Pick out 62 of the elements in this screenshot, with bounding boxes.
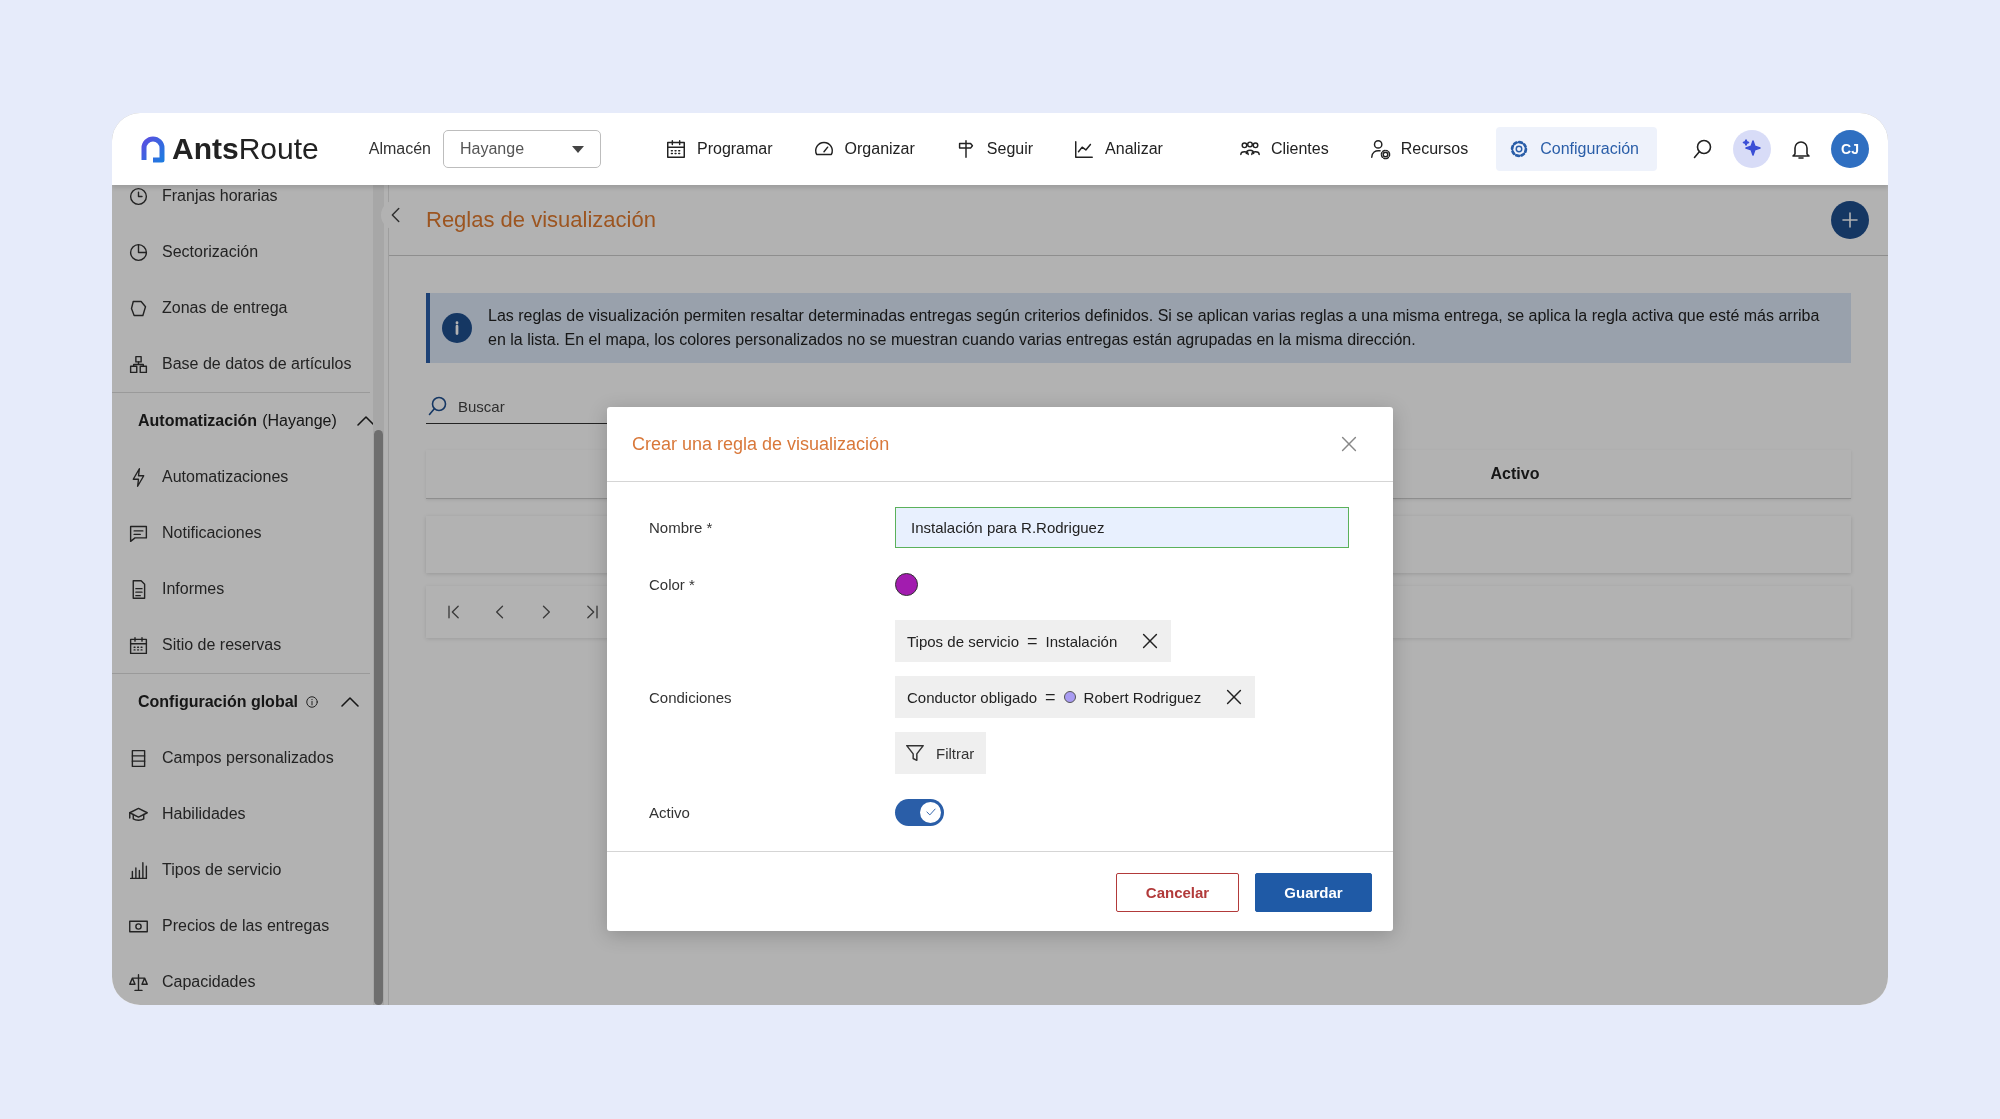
warehouse-select[interactable]: Hayange xyxy=(443,130,601,168)
filter-icon xyxy=(904,742,926,764)
clock-icon xyxy=(128,185,149,207)
section-subtitle: (Hayange) xyxy=(262,412,337,430)
sidebar-item[interactable]: Habilidades xyxy=(112,786,370,842)
name-field[interactable]: Instalación para R.Rodriguez xyxy=(895,507,1349,548)
info-icon xyxy=(442,313,472,343)
field-label: Color * xyxy=(649,575,696,593)
condition-field: Tipos de servicio xyxy=(907,632,1019,650)
bar-chart-icon xyxy=(128,859,149,881)
pie-chart-icon xyxy=(128,241,149,263)
sidebar-item[interactable]: Informes xyxy=(112,561,370,617)
nav-item[interactable]: Analizar xyxy=(1073,127,1163,171)
section-title: Automatización xyxy=(138,412,258,430)
scrollbar[interactable] xyxy=(374,430,383,1005)
page-title: Reglas de visualización xyxy=(426,207,656,233)
sidebar-item[interactable]: Sectorización xyxy=(112,224,370,280)
calendar-icon xyxy=(665,138,687,160)
section-title: Configuración global xyxy=(138,693,298,711)
cancel-button[interactable]: Cancelar xyxy=(1116,873,1239,912)
sidebar-item[interactable]: Sitio de reservas xyxy=(112,617,370,673)
line-chart-icon xyxy=(1073,138,1096,160)
person-gear-icon xyxy=(1368,138,1391,160)
sidebar-item[interactable]: Automatizaciones xyxy=(112,449,370,505)
nav-item[interactable]: Seguir xyxy=(954,127,1034,171)
condition-field: Conductor obligado xyxy=(907,688,1038,706)
nav-item[interactable]: Programar xyxy=(665,127,773,171)
condition-operator: = xyxy=(1045,686,1056,708)
field-label: Nombre * xyxy=(649,519,714,536)
sidebar-item[interactable]: Franjas horarias xyxy=(112,185,370,224)
nav-item[interactable]: Configuración xyxy=(1496,127,1657,171)
calendar-icon xyxy=(128,634,149,656)
column-header: Activo xyxy=(1489,465,1541,483)
nav-item[interactable]: Clientes xyxy=(1238,127,1329,171)
sidebar-item[interactable]: Tipos de servicio xyxy=(112,842,370,898)
sidebar-item[interactable]: Base de datos de artículos xyxy=(112,336,370,392)
logo-text: AntsRoute xyxy=(172,132,319,166)
sidebar-item[interactable]: Zonas de entrega xyxy=(112,280,370,336)
caret-icon xyxy=(572,145,584,153)
warehouse-label: Almacén xyxy=(368,140,431,158)
assistant-button[interactable] xyxy=(1733,130,1771,168)
sidebar-item[interactable]: Precios de las entregas xyxy=(112,898,370,954)
nav-item[interactable]: Organizar xyxy=(812,127,915,171)
condition-operator: = xyxy=(1027,630,1038,652)
save-button[interactable]: Guardar xyxy=(1255,873,1372,912)
info-text: Las reglas de visualización permiten resaltar determinadas entregas según criterios definidos. Si se aplican varias reglas a una misma entrega, se aplica la regla activa que esté más arriba en la lista. En el mapa, los colores personalizados no se muestran cuando varias entregas están agrupadas en la misma dirección. xyxy=(488,306,1821,350)
dialog-title: Crear una regla de visualización xyxy=(632,433,890,455)
sidebar-item[interactable]: Notificaciones xyxy=(112,505,370,561)
condition-value: Instalación xyxy=(1045,632,1118,650)
user-avatar[interactable]: CJ xyxy=(1831,130,1869,168)
nav-item[interactable]: Recursos xyxy=(1368,127,1469,171)
color-swatch[interactable] xyxy=(895,572,918,596)
add-button[interactable] xyxy=(1831,201,1869,239)
filter-button[interactable]: Filtrar xyxy=(895,732,987,774)
field-label: Activo xyxy=(649,803,691,821)
field-label: Condiciones xyxy=(649,688,733,706)
boxes-icon xyxy=(128,353,149,375)
scale-icon xyxy=(128,971,149,993)
toggle-switch[interactable] xyxy=(895,798,944,826)
condition-value: Robert Rodriguez xyxy=(1083,688,1202,706)
sidebar-item[interactable]: Campos personalizados xyxy=(112,730,370,786)
sidebar-item[interactable]: Capacidades xyxy=(112,954,370,1005)
